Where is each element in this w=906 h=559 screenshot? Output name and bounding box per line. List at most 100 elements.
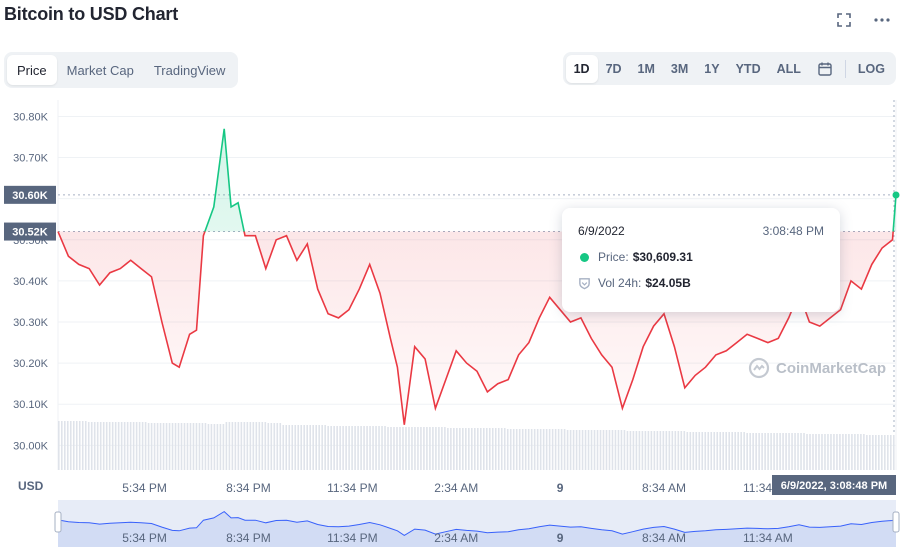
volume-bar <box>351 426 353 470</box>
volume-bar <box>213 424 216 470</box>
volume-bar <box>818 434 820 470</box>
volume-bar <box>572 430 575 470</box>
log-toggle[interactable]: LOG <box>850 55 893 83</box>
volume-bar <box>785 433 787 470</box>
volume-bar <box>177 423 180 470</box>
volume-bar <box>435 427 437 470</box>
volume-bar <box>102 422 105 470</box>
volume-bar <box>503 428 506 470</box>
volume-bar <box>282 425 285 470</box>
chart-type-tabs: Price Market Cap TradingView <box>4 52 239 88</box>
range-1d[interactable]: 1D <box>565 54 598 83</box>
volume-bar <box>93 422 96 470</box>
volume-bar <box>692 432 695 470</box>
volume-bar <box>539 429 542 470</box>
volume-bar <box>815 434 817 470</box>
volume-bar <box>75 421 78 470</box>
volume-bar <box>120 422 123 470</box>
volume-bar <box>551 429 554 470</box>
volume-bar <box>240 422 243 470</box>
range-all[interactable]: ALL <box>769 55 809 83</box>
volume-bar <box>111 422 114 470</box>
volume-bar <box>800 433 802 470</box>
volume-bar <box>635 431 638 470</box>
volume-bar <box>668 431 671 470</box>
volume-bar <box>243 422 246 470</box>
range-navigator[interactable]: 5:34 PM 8:34 PM 11:34 PM 2:34 AM 9 8:34 AM 11:… <box>54 500 900 547</box>
volume-bar <box>863 434 865 470</box>
volume-bar <box>737 432 739 470</box>
volume-bar <box>587 430 590 470</box>
volume-bar <box>405 427 407 470</box>
range-7d[interactable]: 7D <box>598 55 630 83</box>
volume-bar <box>309 425 311 470</box>
volume-bar <box>456 428 458 470</box>
volume-bar <box>728 432 730 470</box>
volume-bar <box>650 431 653 470</box>
navigator-handle[interactable] <box>892 511 900 533</box>
volume-bar <box>318 425 320 470</box>
volume-bar <box>216 424 219 470</box>
tab-price[interactable]: Price <box>7 55 57 85</box>
volume-bar <box>773 433 775 470</box>
calendar-button[interactable] <box>809 55 841 83</box>
volume-bar <box>740 432 742 470</box>
volume-bar <box>866 435 868 470</box>
volume-bar <box>554 429 557 470</box>
navigator-tick-label: 5:34 PM <box>122 531 167 545</box>
navigator-handle[interactable] <box>54 511 62 533</box>
volume-bar <box>749 433 751 470</box>
fullscreen-icon[interactable] <box>834 10 854 30</box>
volume-bar <box>659 431 662 470</box>
volume-bar <box>324 425 326 470</box>
volume-bar <box>569 430 572 470</box>
volume-bar <box>716 432 719 470</box>
cursor-label: 6/9/2022, 3:08:48 PM <box>781 480 887 492</box>
volume-bar <box>701 432 704 470</box>
volume-bar <box>237 422 240 470</box>
volume-bar <box>321 425 323 470</box>
volume-bar <box>725 432 728 470</box>
price-tag-label: 30.52K <box>12 227 48 239</box>
volume-bar <box>605 430 608 470</box>
volume-bar <box>536 429 539 470</box>
tooltip-volume-value: $24.05B <box>645 276 691 290</box>
volume-bar <box>575 430 578 470</box>
tab-tradingview[interactable]: TradingView <box>144 55 236 85</box>
volume-bar <box>258 422 261 470</box>
volume-bar <box>426 427 428 470</box>
volume-bar <box>231 422 234 470</box>
currency-label: USD <box>18 479 44 493</box>
volume-bar <box>893 435 895 470</box>
range-1m[interactable]: 1M <box>630 55 663 83</box>
x-axis-labels: 5:34 PM 8:34 PM 11:34 PM 2:34 AM 9 8:34 AM 11:… <box>18 479 793 495</box>
volume-bar <box>372 426 374 470</box>
volume-bar <box>336 426 338 470</box>
volume-bar <box>590 430 593 470</box>
volume-bar <box>791 433 793 470</box>
range-1y[interactable]: 1Y <box>696 55 727 83</box>
volume-bar <box>488 428 491 470</box>
range-3m[interactable]: 3M <box>663 55 696 83</box>
volume-bar <box>644 431 647 470</box>
volume-bar <box>375 426 377 470</box>
range-ytd[interactable]: YTD <box>728 55 769 83</box>
more-icon[interactable] <box>872 10 892 30</box>
volume-bar <box>674 431 677 470</box>
volume-bar <box>459 428 461 470</box>
volume-bar <box>438 427 440 470</box>
volume-bar <box>288 425 291 470</box>
price-chart[interactable]: 30.00K30.10K30.20K30.30K30.40K30.50K30.6… <box>0 95 906 559</box>
volume-bar <box>581 430 584 470</box>
volume-bar <box>782 433 784 470</box>
volume-bar <box>393 427 395 470</box>
volume-bar <box>303 425 306 470</box>
navigator-tick-label: 2:34 AM <box>434 531 478 545</box>
volume-bar <box>608 430 611 470</box>
volume-bar <box>99 422 102 470</box>
tab-market-cap[interactable]: Market Cap <box>57 55 144 85</box>
volume-bar <box>333 426 335 470</box>
volume-bar <box>671 431 674 470</box>
volume-bar <box>884 435 886 470</box>
volume-bar <box>479 428 482 470</box>
